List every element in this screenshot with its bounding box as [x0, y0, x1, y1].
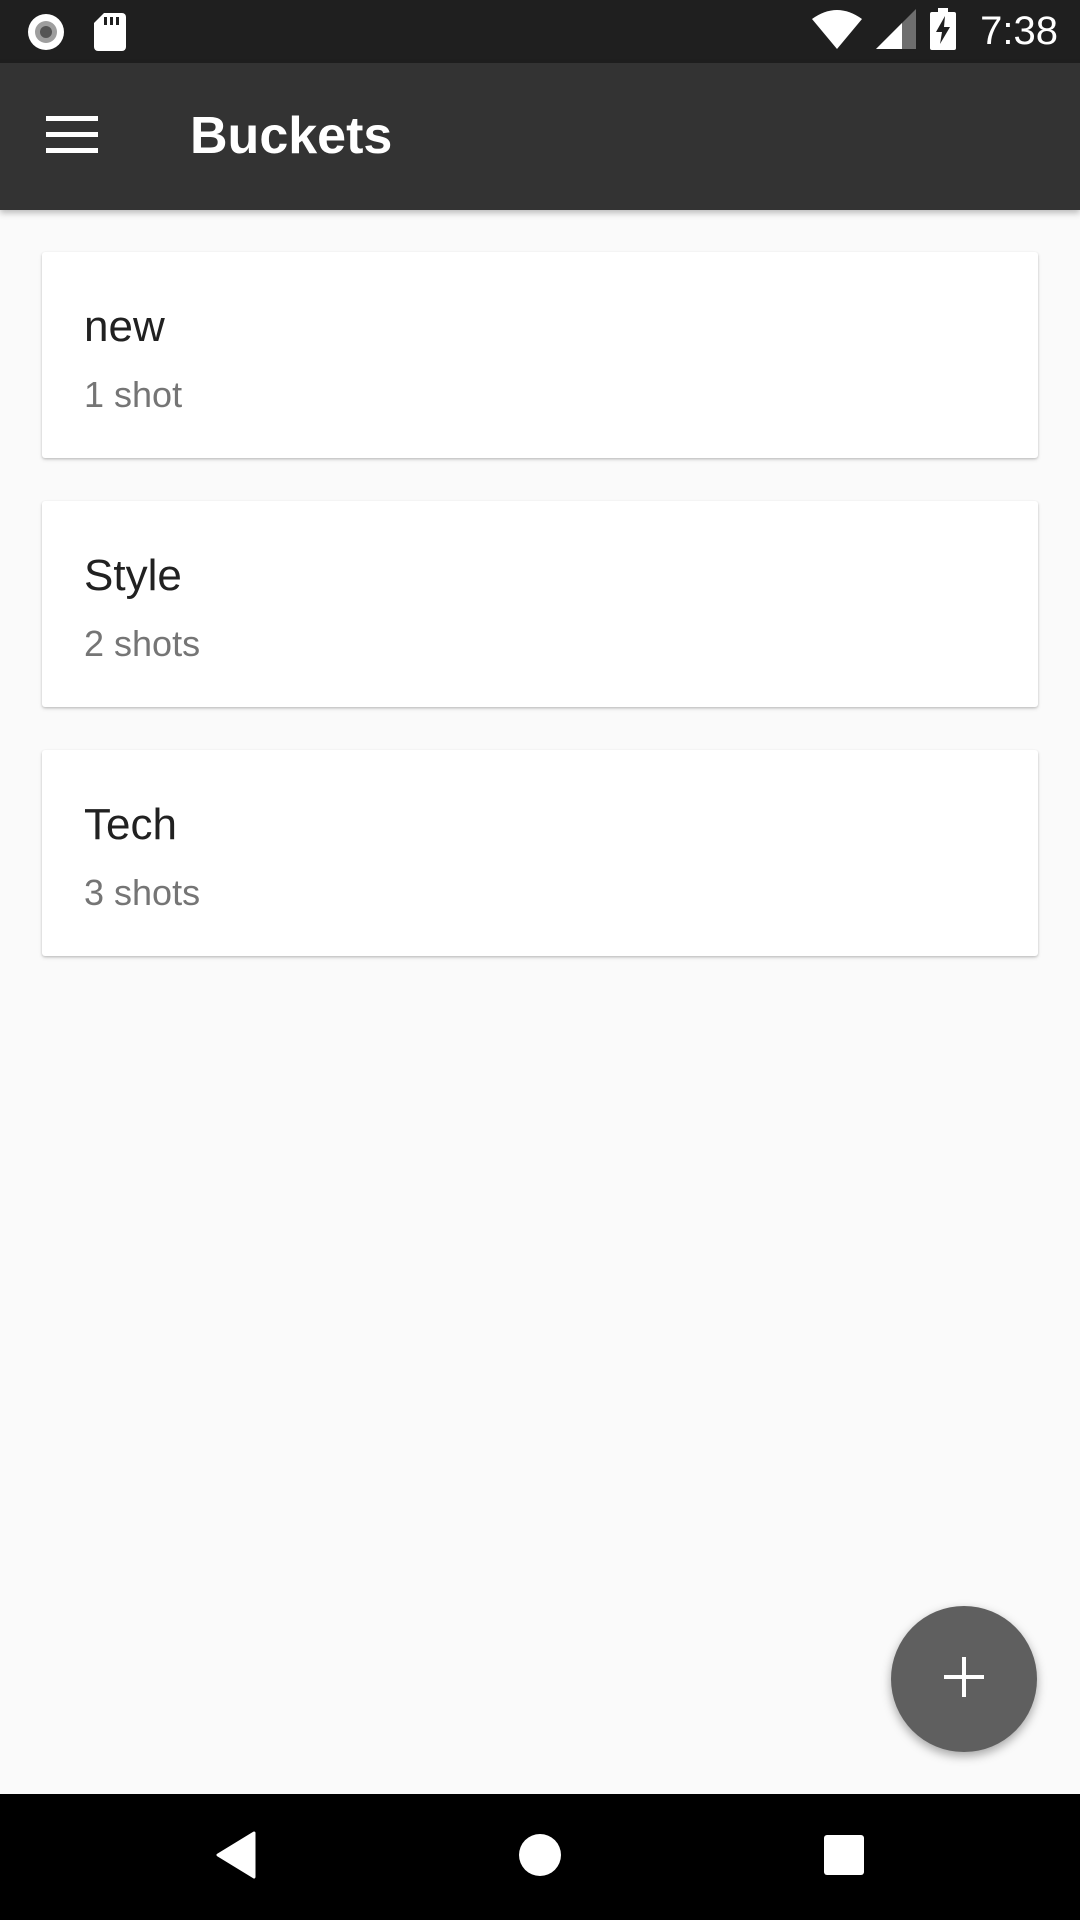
screen: 7:38 Buckets new 1 shot Style 2 shots Te…: [0, 0, 1080, 1920]
status-right-group: 7:38: [812, 0, 1058, 63]
home-icon: [517, 1832, 563, 1883]
menu-button[interactable]: [28, 93, 116, 181]
home-button[interactable]: [480, 1794, 600, 1920]
bucket-card-style[interactable]: Style 2 shots: [42, 501, 1038, 707]
bucket-shot-count: 1 shot: [84, 374, 183, 415]
add-bucket-button[interactable]: [891, 1606, 1037, 1752]
bucket-shot-count: 3 shots: [84, 872, 201, 913]
bucket-name: new: [84, 302, 165, 351]
record-icon: [26, 0, 66, 63]
status-time: 7:38: [980, 9, 1058, 53]
status-bar: 7:38: [0, 0, 1080, 63]
navigation-bar: [0, 1794, 1080, 1920]
back-button[interactable]: [176, 1794, 296, 1920]
bucket-shot-count: 2 shots: [84, 623, 201, 664]
cellular-signal-icon: [876, 9, 917, 54]
wifi-icon: [812, 9, 863, 54]
bucket-name: Style: [84, 551, 182, 600]
sd-card-icon: [94, 0, 126, 63]
app-bar: Buckets: [0, 63, 1080, 210]
bucket-name: Tech: [84, 800, 177, 849]
bucket-card-tech[interactable]: Tech 3 shots: [42, 750, 1038, 956]
page-title: Buckets: [190, 107, 393, 165]
plus-icon: [944, 1656, 984, 1702]
hamburger-menu-icon: [46, 115, 98, 159]
battery-charging-icon: [930, 8, 957, 55]
recents-button[interactable]: [784, 1794, 904, 1920]
bucket-card-new[interactable]: new 1 shot: [42, 252, 1038, 458]
recents-icon: [823, 1834, 865, 1881]
back-icon: [214, 1831, 258, 1884]
